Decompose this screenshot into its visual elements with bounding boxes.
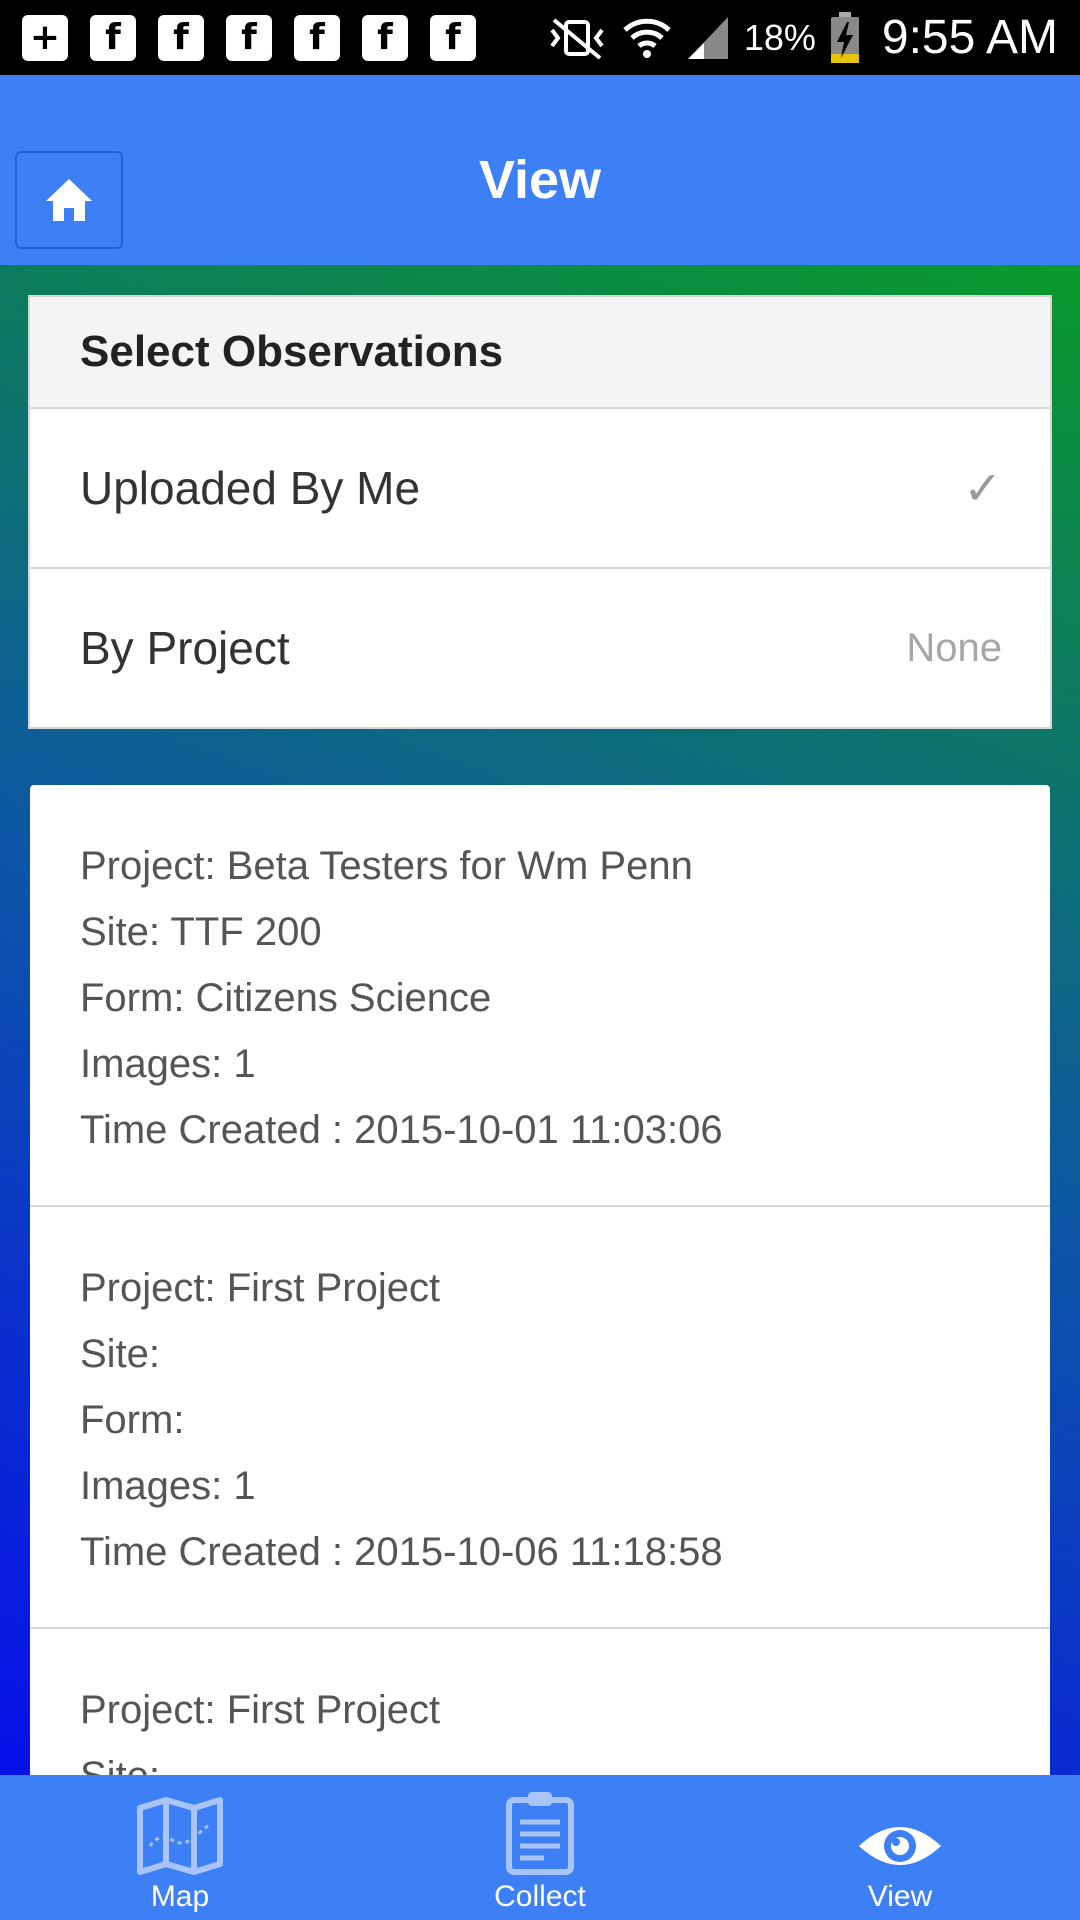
flipboard-icon: f xyxy=(362,14,408,61)
tab-label: Collect xyxy=(494,1880,586,1913)
home-button[interactable] xyxy=(15,151,123,249)
bottom-tab-bar: Map Collect View xyxy=(0,1775,1080,1920)
mute-vibrate-icon xyxy=(550,17,604,60)
observation-project: Project: First Project xyxy=(80,1266,441,1310)
page-title: View xyxy=(478,150,602,210)
wifi-icon xyxy=(623,18,671,58)
status-bar: + f f f f f f 18% 9:55 AM xyxy=(0,0,1080,75)
observation-site: Site: TTF 200 xyxy=(80,910,322,954)
tab-label: View xyxy=(867,1880,933,1913)
by-project-option[interactable]: By Project None xyxy=(30,569,1050,727)
tab-label: Map xyxy=(150,1880,210,1913)
observation-project: Project: Beta Testers for Wm Penn xyxy=(80,844,693,888)
flipboard-icon: f xyxy=(90,14,136,61)
battery-percent: 18% xyxy=(743,16,816,58)
option-label: Uploaded By Me xyxy=(80,462,421,514)
observation-images: Images: 1 xyxy=(80,1042,256,1086)
option-label: By Project xyxy=(80,622,290,674)
uploaded-by-me-option[interactable]: Uploaded By Me ✓ xyxy=(30,409,1050,569)
app-header: View xyxy=(0,75,1080,265)
select-observations-panel: Select Observations Uploaded By Me ✓ By … xyxy=(28,295,1052,729)
clock: 9:55 AM xyxy=(881,11,1058,64)
flipboard-icon: f xyxy=(430,14,476,61)
observation-list: Project: Beta Testers for Wm Penn Site: … xyxy=(30,785,1050,1775)
observation-images: Images: 1 xyxy=(80,1464,256,1508)
observation-item[interactable]: Project: First Project Site: xyxy=(30,1629,1050,1775)
observation-form: Form: xyxy=(80,1398,185,1442)
content-area: Select Observations Uploaded By Me ✓ By … xyxy=(0,265,1080,1775)
observation-form: Form: Citizens Science xyxy=(80,976,492,1020)
system-status: 18% 9:55 AM xyxy=(546,10,1058,65)
observation-item[interactable]: Project: Beta Testers for Wm Penn Site: … xyxy=(30,785,1050,1207)
notification-icons: + f f f f f f xyxy=(22,14,476,61)
checkmark-icon: ✓ xyxy=(963,462,1002,514)
flipboard-icon: f xyxy=(158,14,204,61)
eye-icon xyxy=(859,1827,941,1865)
tab-map[interactable]: Map xyxy=(0,1775,360,1920)
tab-collect[interactable]: Collect xyxy=(360,1775,720,1920)
panel-title: Select Observations xyxy=(30,297,1050,409)
tab-view[interactable]: View xyxy=(720,1775,1080,1920)
observation-site: Site: xyxy=(80,1743,1000,1775)
project-value: None xyxy=(906,625,1002,670)
home-icon xyxy=(46,179,92,221)
observation-item[interactable]: Project: First Project Site: Form: Image… xyxy=(30,1207,1050,1629)
flipboard-icon: f xyxy=(226,14,272,61)
observation-project: Project: First Project xyxy=(80,1688,441,1732)
signal-icon xyxy=(687,16,728,59)
map-icon xyxy=(137,1797,223,1875)
flipboard-icon: f xyxy=(294,14,340,61)
clipboard-icon xyxy=(506,1792,574,1875)
observation-time-created: Time Created : 2015-10-06 11:18:58 xyxy=(80,1530,723,1574)
observation-time-created: Time Created : 2015-10-01 11:03:06 xyxy=(80,1108,723,1152)
battery-charging-icon xyxy=(830,11,859,63)
plus-box-icon: + xyxy=(22,14,68,61)
observation-site: Site: xyxy=(80,1332,161,1376)
